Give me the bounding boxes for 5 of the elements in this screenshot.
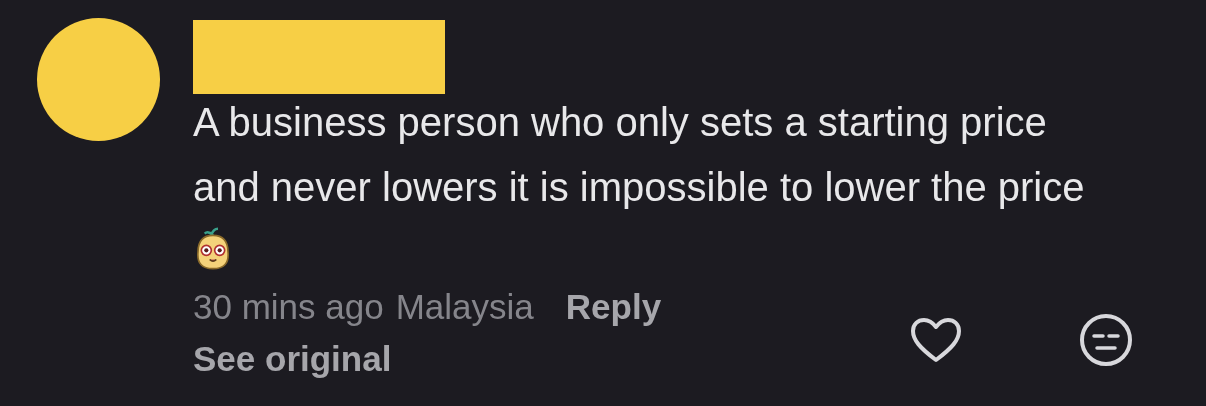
reply-button[interactable]: Reply (565, 287, 662, 327)
see-original-link[interactable]: See original (193, 339, 662, 379)
comment-text: A business person who only sets a starting price and never lowers it is impossible to lower the price (193, 90, 1093, 285)
timestamp: 30 mins ago (193, 287, 384, 327)
location: Malaysia (395, 287, 534, 327)
